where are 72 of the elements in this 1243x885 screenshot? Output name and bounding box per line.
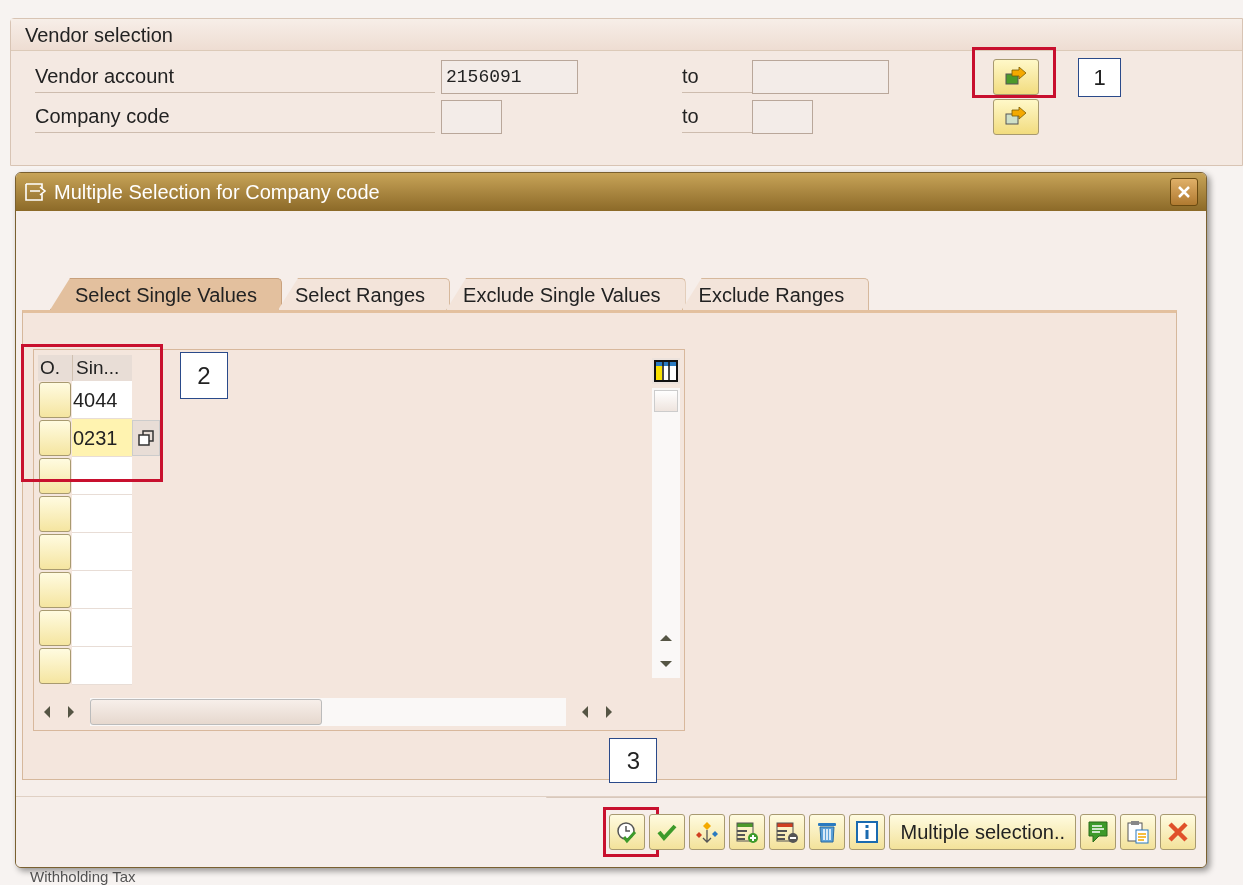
from-field[interactable]: 2156091 xyxy=(441,60,578,94)
toolbar-button[interactable] xyxy=(849,814,886,850)
tab[interactable]: Select Ranges xyxy=(277,278,451,310)
scroll-right-icon[interactable] xyxy=(66,705,76,719)
background-checkbox-label: Withholding Tax xyxy=(30,869,136,884)
toolbar-button[interactable] xyxy=(689,814,726,850)
tab[interactable]: Exclude Ranges xyxy=(681,278,870,310)
annotation-label: 2 xyxy=(180,352,228,399)
column-header: Sin... xyxy=(72,355,132,381)
annotation-label: 3 xyxy=(609,738,658,783)
row-selector[interactable] xyxy=(39,382,71,418)
delete-row-icon xyxy=(775,820,800,844)
toolbar-button[interactable] xyxy=(1080,814,1116,850)
from-field[interactable] xyxy=(441,100,502,134)
diamond-arrows-icon xyxy=(695,820,720,844)
scroll-left-icon[interactable] xyxy=(42,705,52,719)
row-selector[interactable] xyxy=(39,648,71,684)
column-header: O. xyxy=(38,355,72,381)
toolbar-button[interactable] xyxy=(729,814,766,850)
copy-button[interactable] xyxy=(132,420,160,456)
tab[interactable]: Exclude Single Values xyxy=(446,278,686,310)
toolbar-button[interactable] xyxy=(609,814,646,850)
row-selector[interactable] xyxy=(39,534,71,570)
arrow-icon xyxy=(1004,67,1028,87)
column-settings-button[interactable] xyxy=(652,358,680,384)
arrow-icon xyxy=(1004,107,1028,127)
to-field[interactable] xyxy=(752,100,813,134)
row-selector[interactable] xyxy=(39,572,71,608)
table-cell[interactable] xyxy=(72,609,132,647)
to-field[interactable] xyxy=(752,60,889,94)
multiple-selection-button[interactable] xyxy=(993,59,1039,95)
toolbar-button[interactable] xyxy=(809,814,846,850)
horizontal-scrollbar[interactable] xyxy=(90,698,566,726)
toolbar-button[interactable] xyxy=(649,814,686,850)
scroll-thumb[interactable] xyxy=(654,390,678,412)
toolbar-button[interactable] xyxy=(769,814,806,850)
panel-title: Vendor selection xyxy=(11,19,1242,51)
multiple-selection-button[interactable] xyxy=(993,99,1039,135)
annotation-label: 1 xyxy=(1078,57,1121,97)
scroll-up-icon[interactable] xyxy=(658,632,674,642)
clipboard-icon xyxy=(1126,820,1150,844)
table-cell[interactable] xyxy=(72,571,132,609)
insert-row-icon xyxy=(735,820,760,844)
scroll-thumb[interactable] xyxy=(90,699,322,725)
vertical-scrollbar[interactable] xyxy=(652,388,680,678)
close-icon xyxy=(1166,820,1190,844)
table-cell[interactable] xyxy=(72,647,132,685)
table-cell[interactable] xyxy=(72,495,132,533)
info-icon xyxy=(855,820,880,844)
scroll-right-icon[interactable] xyxy=(604,705,614,719)
table-cell[interactable]: 4044 xyxy=(72,381,132,419)
row-selector[interactable] xyxy=(39,420,71,456)
tab[interactable]: Select Single Values xyxy=(50,278,282,310)
row-selector[interactable] xyxy=(39,610,71,646)
close-button[interactable] xyxy=(1170,178,1198,206)
columns-icon xyxy=(654,360,678,382)
toolbar-button[interactable] xyxy=(1120,814,1156,850)
field-label: Company code xyxy=(35,101,435,133)
table-cell[interactable]: 0231 xyxy=(72,419,132,457)
dialog-window-icon xyxy=(24,182,48,202)
row-selector[interactable] xyxy=(39,496,71,532)
dialog-title: Multiple Selection for Company code xyxy=(54,180,381,205)
multiple-selection-button[interactable]: Multiple selection.. xyxy=(889,814,1076,850)
scroll-down-icon[interactable] xyxy=(658,660,674,670)
toolbar-button[interactable] xyxy=(1160,814,1196,850)
scroll-left-icon[interactable] xyxy=(580,705,590,719)
copy-icon xyxy=(138,430,154,446)
row-selector[interactable] xyxy=(39,458,71,494)
field-label: Vendor account xyxy=(35,61,435,93)
speech-bubble-icon xyxy=(1086,820,1110,844)
table-cell[interactable] xyxy=(72,533,132,571)
close-icon xyxy=(1177,185,1191,199)
